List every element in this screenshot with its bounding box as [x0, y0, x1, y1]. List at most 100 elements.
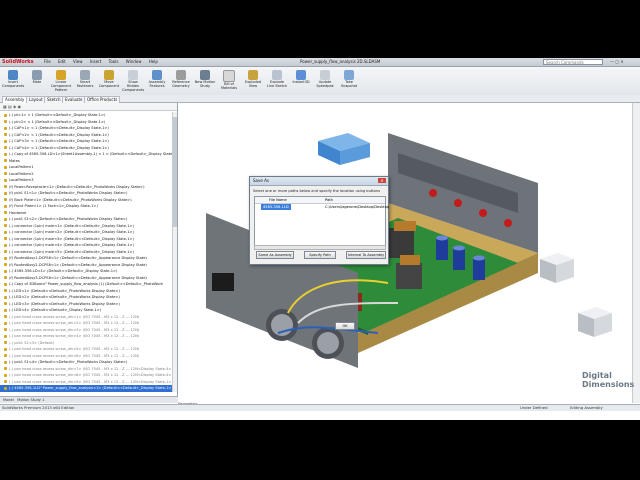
- menu-help[interactable]: Help: [149, 59, 158, 64]
- search-commands-input[interactable]: Search Commands: [543, 59, 603, 65]
- menu-tools[interactable]: Tools: [109, 59, 119, 64]
- feature-manager-panel: ▦ ▤ ◈ ◉ (-) pt<1> < 1 (Default<<Default>…: [0, 103, 180, 403]
- close-icon[interactable]: ✕: [378, 178, 386, 183]
- new-motion-study-button[interactable]: New Motion Study: [194, 69, 216, 93]
- component-icon: [4, 165, 7, 169]
- component-icon: [4, 263, 7, 266]
- tab-model[interactable]: Model: [3, 398, 14, 402]
- tab-evaluate[interactable]: Evaluate: [62, 96, 86, 103]
- menu-file[interactable]: File: [44, 59, 51, 64]
- window-controls[interactable]: — ▢ ✕: [610, 59, 624, 64]
- tree-item-label: (f) RoutedAssy1-DCPS6<1> (Default<<Defau…: [9, 256, 147, 260]
- tree-item[interactable]: (-) 4565-356-1LD^Power_supply_flow_analy…: [0, 385, 177, 392]
- graphics-area[interactable]: [178, 103, 632, 403]
- tree-item-label: (-) pan head cross recess screw_din<9> (…: [9, 379, 172, 384]
- blue-block-part[interactable]: [318, 133, 370, 165]
- component-icon: [4, 152, 7, 156]
- tree-item-label: (-) pcb1 S1<2> (Default<<Default>_PhotoW…: [9, 217, 128, 221]
- assembly-features-button[interactable]: Assembly Features: [146, 69, 168, 93]
- insert-components-button[interactable]: Insert Components: [2, 69, 24, 93]
- ok-button[interactable]: OK: [335, 322, 355, 330]
- feature-manager-tabs[interactable]: ▦ ▤ ◈ ◉: [0, 103, 177, 111]
- horizontal-scrollbar[interactable]: [254, 245, 386, 250]
- tab-assembly[interactable]: Assembly: [2, 96, 28, 103]
- component-icon: [4, 243, 7, 247]
- fastener-icon: [80, 70, 90, 80]
- insert-components-icon: [8, 70, 18, 80]
- assembly-model[interactable]: [178, 103, 632, 403]
- explode-line-sketch-button[interactable]: Explode Line Sketch: [266, 69, 288, 93]
- tree-item-label: (-) LED<2> (Default<<Default>_PhotoWorks…: [9, 295, 120, 299]
- component-icon: [4, 341, 7, 344]
- update-speedpak-button[interactable]: Update Speedpak: [314, 69, 336, 93]
- instant3d-icon: [296, 70, 306, 80]
- instant3d-button[interactable]: Instant3D: [290, 69, 312, 93]
- internal-to-assembly-button[interactable]: Internal To Assembly: [346, 251, 386, 259]
- component-icon: [4, 315, 7, 318]
- menu-bar: File Edit View Insert Tools Window Help: [44, 58, 164, 66]
- tree-item-label: (-) connector (1pin) male<5> (Default<<D…: [9, 249, 134, 254]
- explode-line-icon: [272, 70, 282, 80]
- same-as-assembly-button[interactable]: Same As Assembly: [256, 251, 294, 259]
- feature-tree: (-) pt<1> < 1 (Default<<Default>_Display…: [0, 112, 177, 392]
- smart-fasteners-button[interactable]: Smart Fasteners: [74, 69, 96, 93]
- motion-study-icon: [200, 70, 210, 80]
- task-pane[interactable]: [632, 103, 640, 403]
- tree-scrollbar[interactable]: [172, 112, 177, 392]
- component-icon: [4, 276, 7, 279]
- tree-item-label: Hardware: [9, 210, 27, 215]
- specify-path-button[interactable]: Specify Path: [304, 251, 336, 259]
- component-icon: [4, 178, 7, 182]
- component-icon: [4, 367, 7, 370]
- move-icon: [104, 70, 114, 80]
- file-name-cell[interactable]: 4565-356-1LD: [261, 204, 291, 210]
- linear-pattern-button[interactable]: Linear Component Pattern: [50, 69, 72, 93]
- menu-window[interactable]: Window: [126, 59, 142, 64]
- component-icon: [4, 224, 7, 227]
- tab-layout[interactable]: Layout: [26, 96, 46, 103]
- menu-insert[interactable]: Insert: [90, 59, 101, 64]
- side-part-2[interactable]: [578, 307, 612, 337]
- component-icon: [4, 386, 7, 390]
- document-title: Power_supply_flow_analysis 2D.SLDASM: [300, 59, 381, 64]
- tree-item-label: (-) CAP<4> < 1 (Default<<Default>_Displa…: [9, 145, 109, 150]
- side-part-1[interactable]: [540, 253, 574, 283]
- menu-edit[interactable]: Edit: [58, 59, 66, 64]
- tree-item-label: (-) CAP<3> < 1 (Default<<Default>_Displa…: [9, 139, 109, 143]
- tree-item-label: (-) pcb1 S1<4> (Default<<Default>_PhotoW…: [9, 360, 128, 364]
- column-path[interactable]: Path: [325, 197, 333, 203]
- tab-office-products[interactable]: Office Products: [84, 96, 121, 103]
- tree-item-label: (-) 4565-356-LD<1> (Default<<Default>_Di…: [9, 269, 118, 273]
- tree-item-label: Mates: [9, 158, 20, 163]
- move-component-button[interactable]: Move Component: [98, 69, 120, 93]
- exploded-view-icon: [248, 70, 258, 80]
- component-icon: [4, 113, 7, 117]
- status-edition: SolidWorks Premium 2013 x64 Edition: [2, 405, 75, 410]
- bom-icon: [223, 70, 235, 82]
- file-row[interactable]: 4565-356-1LD C:\Users\lagerone\Desktop\D…: [255, 204, 389, 210]
- menu-view[interactable]: View: [73, 59, 83, 64]
- file-list: File Name Path 4565-356-1LD C:\Users\lag…: [254, 196, 389, 246]
- bottom-tabs: Model Motion Study 1: [0, 396, 180, 403]
- reference-geometry-icon: [176, 70, 186, 80]
- save-as-dialog: Save As ✕ Select one or more paths below…: [249, 176, 389, 265]
- exploded-view-button[interactable]: Exploded View: [242, 69, 264, 93]
- command-tabs: Assembly Layout Sketch Evaluate Office P…: [0, 95, 640, 103]
- column-file-name[interactable]: File Name: [269, 197, 287, 203]
- component-icon: [4, 126, 7, 130]
- tree-item-label: (-) connector (1pin) male<4> (Default<<D…: [9, 243, 134, 247]
- mate-icon: [32, 70, 42, 80]
- tree-item-label: (f) Power-Receptacle<1> (Default<<Defaul…: [9, 184, 145, 189]
- mate-button[interactable]: Mate: [26, 69, 48, 93]
- bill-of-materials-button[interactable]: Bill of Materials: [218, 69, 240, 93]
- component-icon: [4, 191, 7, 195]
- component-icon: [4, 172, 7, 175]
- app-logo: SolidWorks: [2, 59, 34, 65]
- reference-geometry-button[interactable]: Reference Geometry: [170, 69, 192, 93]
- tab-sketch[interactable]: Sketch: [44, 96, 64, 103]
- tab-motion-study[interactable]: Motion Study 1: [17, 398, 44, 402]
- scroll-thumb[interactable]: [173, 117, 177, 227]
- take-snapshot-button[interactable]: Take Snapshot: [338, 69, 360, 93]
- show-hidden-button[interactable]: Show Hidden Components: [122, 69, 144, 93]
- component-icon: [4, 198, 7, 201]
